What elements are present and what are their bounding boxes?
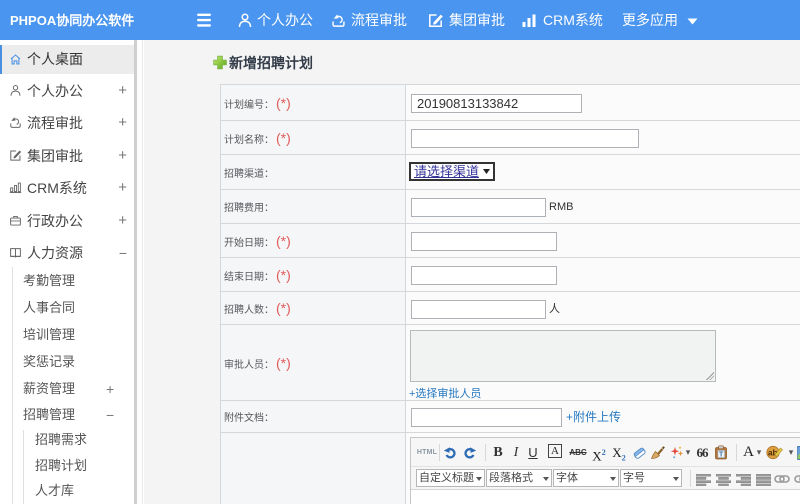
- svg-text:T: T: [719, 451, 724, 458]
